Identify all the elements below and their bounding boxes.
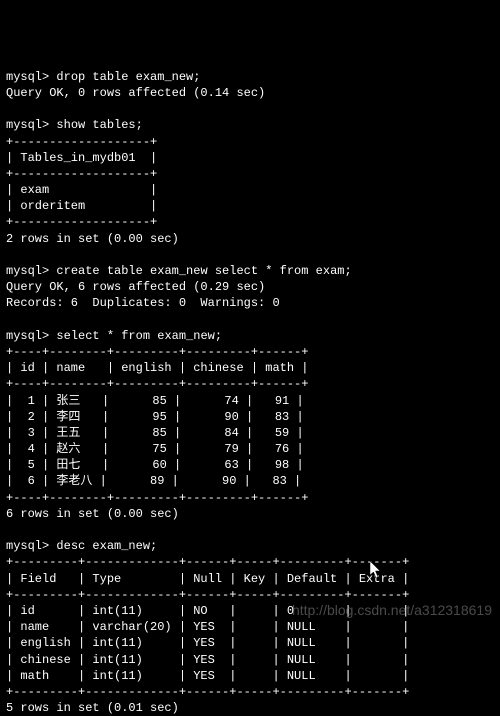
prompt-2: mysql> show tables; [6, 118, 143, 132]
result-create-b: Records: 6 Duplicates: 0 Warnings: 0 [6, 296, 280, 310]
select-border-mid: +----+--------+---------+---------+-----… [6, 377, 308, 391]
show-tables-border-mid: +-------------------+ [6, 167, 157, 181]
cmd-create: create table exam_new select * from exam… [56, 264, 351, 278]
desc-header: | Field | Type | Null | Key | Default | … [6, 572, 409, 586]
select-border-bot: +----+--------+---------+---------+-----… [6, 491, 308, 505]
table-row: | math | int(11) | YES | | NULL | | [6, 669, 409, 683]
prompt-5: mysql> desc exam_new; [6, 539, 157, 553]
prompt-1: mysql> drop table exam_new; [6, 70, 200, 84]
cmd-show-tables: show tables; [56, 118, 142, 132]
result-desc: 5 rows in set (0.01 sec) [6, 701, 179, 715]
show-tables-row: | orderitem | [6, 199, 157, 213]
table-row: | chinese | int(11) | YES | | NULL | | [6, 653, 409, 667]
table-row: | 3 | 王五 | 85 | 84 | 59 | [6, 426, 304, 440]
result-create-a: Query OK, 6 rows affected (0.29 sec) [6, 280, 265, 294]
select-header: | id | name | english | chinese | math | [6, 361, 308, 375]
desc-border-mid: +---------+-------------+------+-----+--… [6, 588, 409, 602]
table-row: | 2 | 李四 | 95 | 90 | 83 | [6, 410, 304, 424]
result-select: 6 rows in set (0.00 sec) [6, 507, 179, 521]
show-tables-header: | Tables_in_mydb01 | [6, 151, 157, 165]
cmd-select: select * from exam_new; [56, 329, 222, 343]
table-row: | english | int(11) | YES | | NULL | | [6, 636, 409, 650]
table-row: | 1 | 张三 | 85 | 74 | 91 | [6, 394, 304, 408]
show-tables-row: | exam | [6, 183, 157, 197]
table-row: | 5 | 田七 | 60 | 63 | 98 | [6, 458, 304, 472]
cmd-drop: drop table exam_new; [56, 70, 200, 84]
table-row: | name | varchar(20) | YES | | NULL | | [6, 620, 409, 634]
prompt-4: mysql> select * from exam_new; [6, 329, 222, 343]
show-tables-border-top: +-------------------+ [6, 135, 157, 149]
watermark: http://blog.csdn.net/a312318619 [292, 601, 492, 620]
show-tables-border-bot: +-------------------+ [6, 215, 157, 229]
table-row: | 6 | 李老八 | 89 | 90 | 83 | [6, 474, 301, 488]
prompt-3: mysql> create table exam_new select * fr… [6, 264, 352, 278]
select-border-top: +----+--------+---------+---------+-----… [6, 345, 308, 359]
desc-border-bot: +---------+-------------+------+-----+--… [6, 685, 409, 699]
cmd-desc: desc exam_new; [56, 539, 157, 553]
desc-border-top: +---------+-------------+------+-----+--… [6, 555, 409, 569]
result-show-tables: 2 rows in set (0.00 sec) [6, 232, 179, 246]
table-row: | 4 | 赵六 | 75 | 79 | 76 | [6, 442, 304, 456]
result-drop: Query OK, 0 rows affected (0.14 sec) [6, 86, 265, 100]
